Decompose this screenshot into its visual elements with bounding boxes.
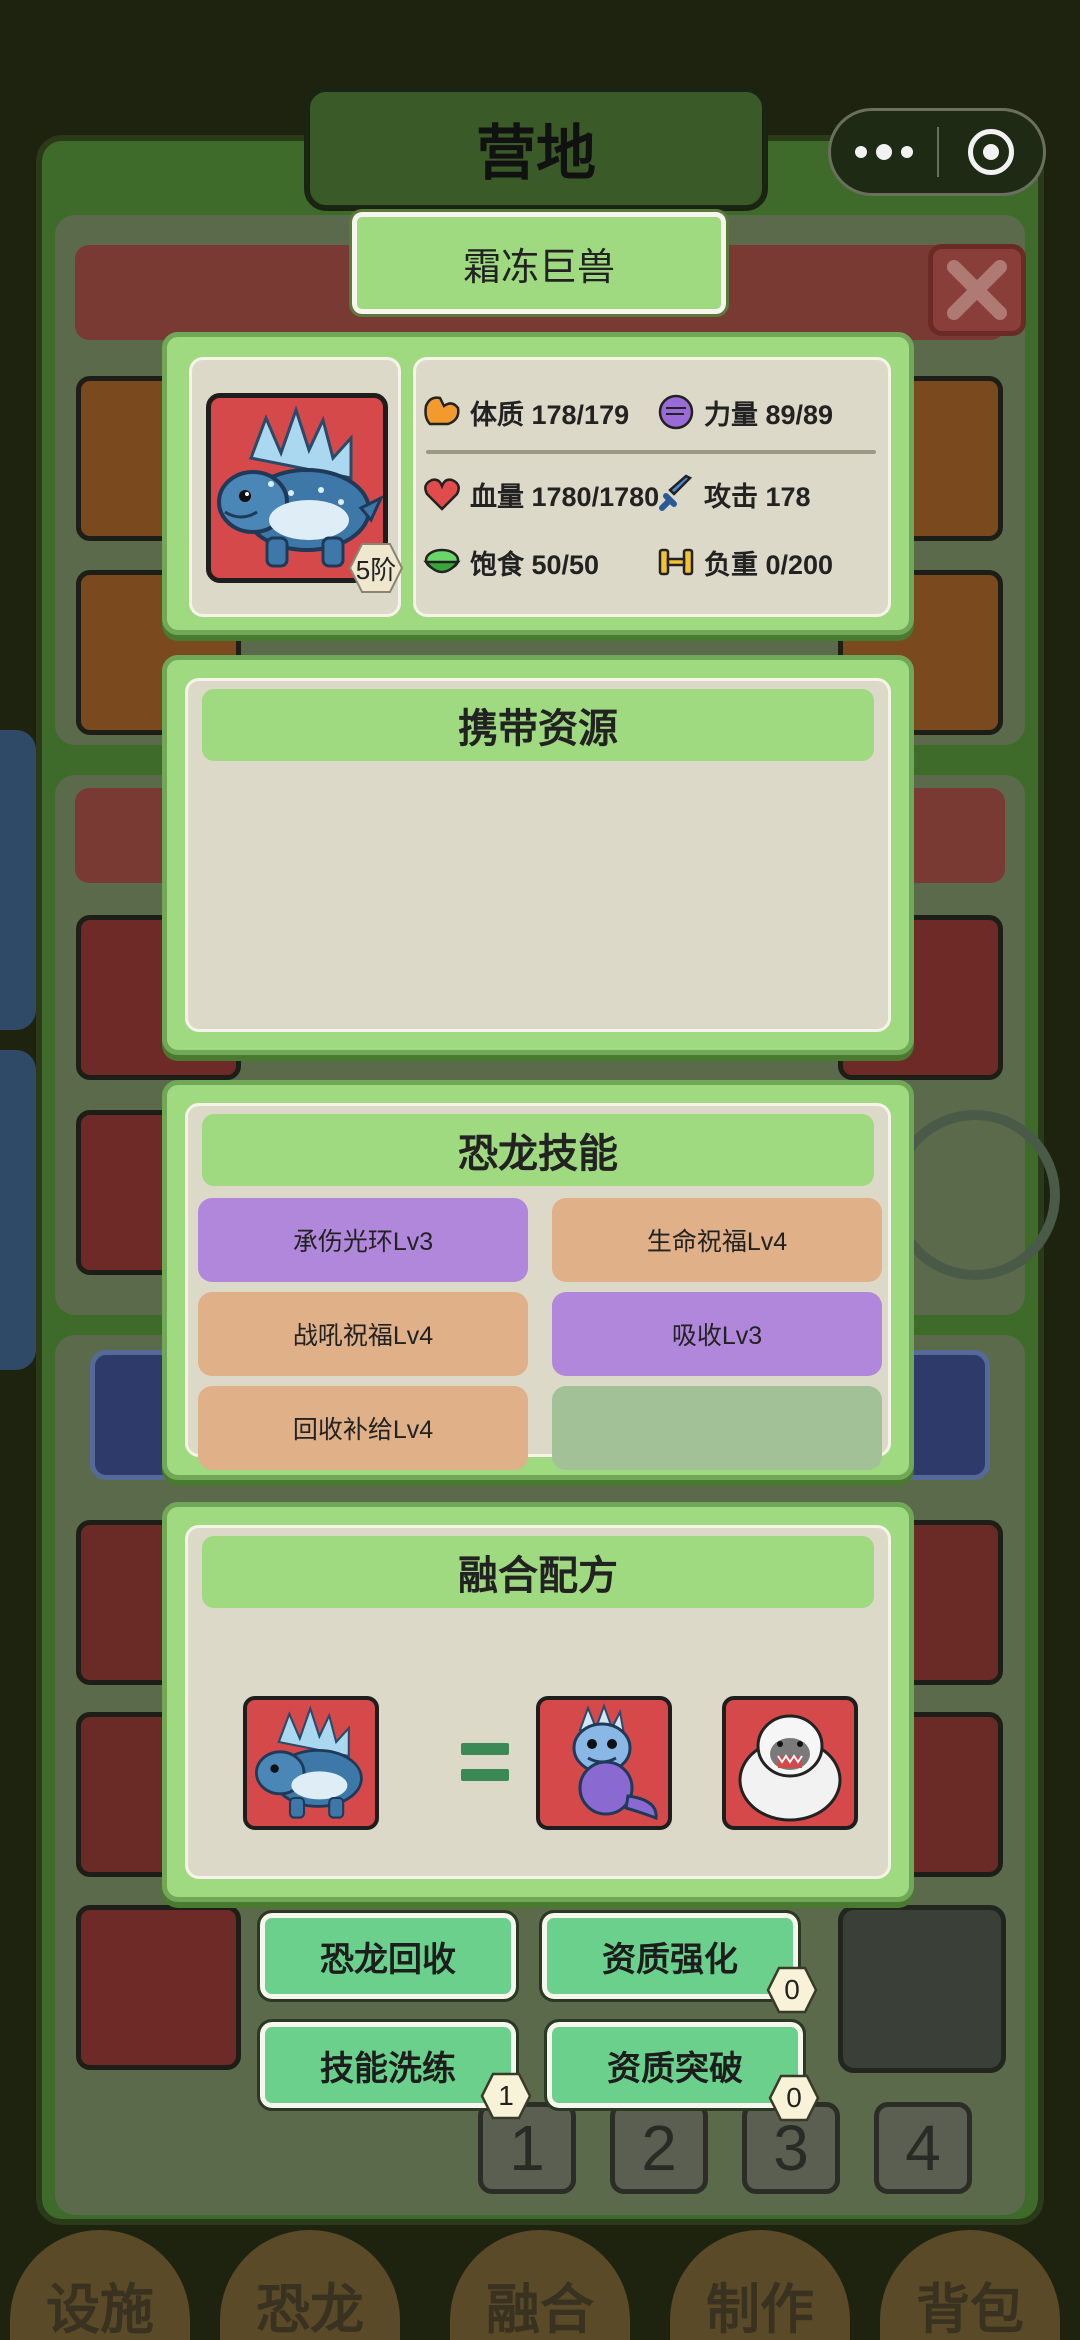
nav-facility: 设施 xyxy=(10,2230,190,2340)
resources-title: 携带资源 xyxy=(202,689,874,761)
dumbbell-icon xyxy=(654,540,698,584)
dino-recycle-button[interactable]: 恐龙回收 xyxy=(257,1910,519,2002)
nav-backpack: 背包 xyxy=(880,2230,1060,2340)
page-number: 4 xyxy=(874,2102,972,2194)
heart-icon xyxy=(420,472,464,516)
fusion-ingredient-card[interactable] xyxy=(536,1696,672,1830)
skill-item[interactable]: 吸收Lv3 xyxy=(552,1292,882,1376)
skills-title: 恐龙技能 xyxy=(202,1114,874,1186)
close-button[interactable] xyxy=(928,244,1026,336)
muscle-icon xyxy=(420,390,464,434)
bg-empty-slot xyxy=(838,1905,1006,2073)
food-bowl-icon xyxy=(420,540,464,584)
nav-craft: 制作 xyxy=(670,2230,850,2340)
fusion-ingredient-card[interactable] xyxy=(722,1696,858,1830)
fusion-recipe-panel: 融合配方 xyxy=(162,1502,914,1902)
dino-portrait-box: 5阶 xyxy=(189,357,404,617)
nav-fusion: 融合 xyxy=(450,2230,630,2340)
stat-constitution: 体质 178/179 xyxy=(420,390,629,434)
skill-item[interactable]: 战吼祝福Lv4 xyxy=(198,1292,528,1376)
more-dots-icon[interactable] xyxy=(831,144,937,160)
fist-icon xyxy=(654,390,698,434)
aptitude-enhance-button[interactable]: 资质强化 xyxy=(539,1910,801,2002)
skill-slot-empty xyxy=(552,1386,882,1470)
equals-icon xyxy=(461,1743,509,1783)
carried-resources-panel: 携带资源 xyxy=(162,655,914,1055)
dino-skills-panel: 恐龙技能 承伤光环Lv3 生命祝福Lv4 战吼祝福Lv4 吸收Lv3 回收补给L… xyxy=(162,1080,914,1480)
sword-icon xyxy=(654,472,698,516)
fusion-title: 融合配方 xyxy=(202,1536,874,1608)
nav-dinosaur: 恐龙 xyxy=(220,2230,400,2340)
skill-item[interactable]: 生命祝福Lv4 xyxy=(552,1198,882,1282)
lock-icon xyxy=(890,1110,1060,1280)
bg-dino-card xyxy=(76,1905,241,2070)
stat-attack: 攻击 178 xyxy=(654,472,811,516)
target-circle-icon[interactable] xyxy=(939,129,1043,175)
frost-beast-image xyxy=(255,1705,363,1819)
yeti-image xyxy=(738,1714,842,1822)
bg-side-tab xyxy=(0,1050,36,1370)
stats-box: 体质 178/179 力量 89/89 血量 1780/1780 攻击 178 xyxy=(413,357,891,617)
skill-reroll-button[interactable]: 技能洗练 xyxy=(257,2019,519,2111)
close-icon xyxy=(947,260,1007,320)
fusion-result-card[interactable] xyxy=(243,1696,379,1830)
page-title: 营地 xyxy=(304,86,768,211)
skill-item[interactable]: 承伤光环Lv3 xyxy=(198,1198,528,1282)
dino-stats-panel: 5阶 体质 178/179 力量 89/89 血量 1780/1780 攻击 1… xyxy=(162,332,914,635)
ice-dragon-image xyxy=(572,1703,658,1821)
stat-load: 负重 0/200 xyxy=(654,540,833,584)
reroll-count-badge: 1 xyxy=(480,2072,532,2120)
fusion-content: 融合配方 xyxy=(185,1525,891,1879)
stats-divider xyxy=(426,450,876,454)
resources-content: 携带资源 xyxy=(185,678,891,1032)
stat-strength: 力量 89/89 xyxy=(654,390,833,434)
breakthrough-count-badge: 0 xyxy=(768,2074,820,2122)
aptitude-breakthrough-button[interactable]: 资质突破 xyxy=(544,2019,806,2111)
skills-content: 恐龙技能 承伤光环Lv3 生命祝福Lv4 战吼祝福Lv4 吸收Lv3 回收补给L… xyxy=(185,1103,891,1470)
stat-hp: 血量 1780/1780 xyxy=(420,472,659,516)
mini-program-capsule xyxy=(828,108,1046,196)
stat-satiety: 饱食 50/50 xyxy=(420,540,599,584)
bg-side-tab xyxy=(0,730,36,1030)
skill-item[interactable]: 回收补给Lv4 xyxy=(198,1386,528,1470)
page-number: 2 xyxy=(610,2102,708,2194)
grade-badge: 5阶 xyxy=(348,542,404,594)
enhance-count-badge: 0 xyxy=(766,1966,818,2014)
dino-name-tab: 霜冻巨兽 xyxy=(349,209,729,317)
